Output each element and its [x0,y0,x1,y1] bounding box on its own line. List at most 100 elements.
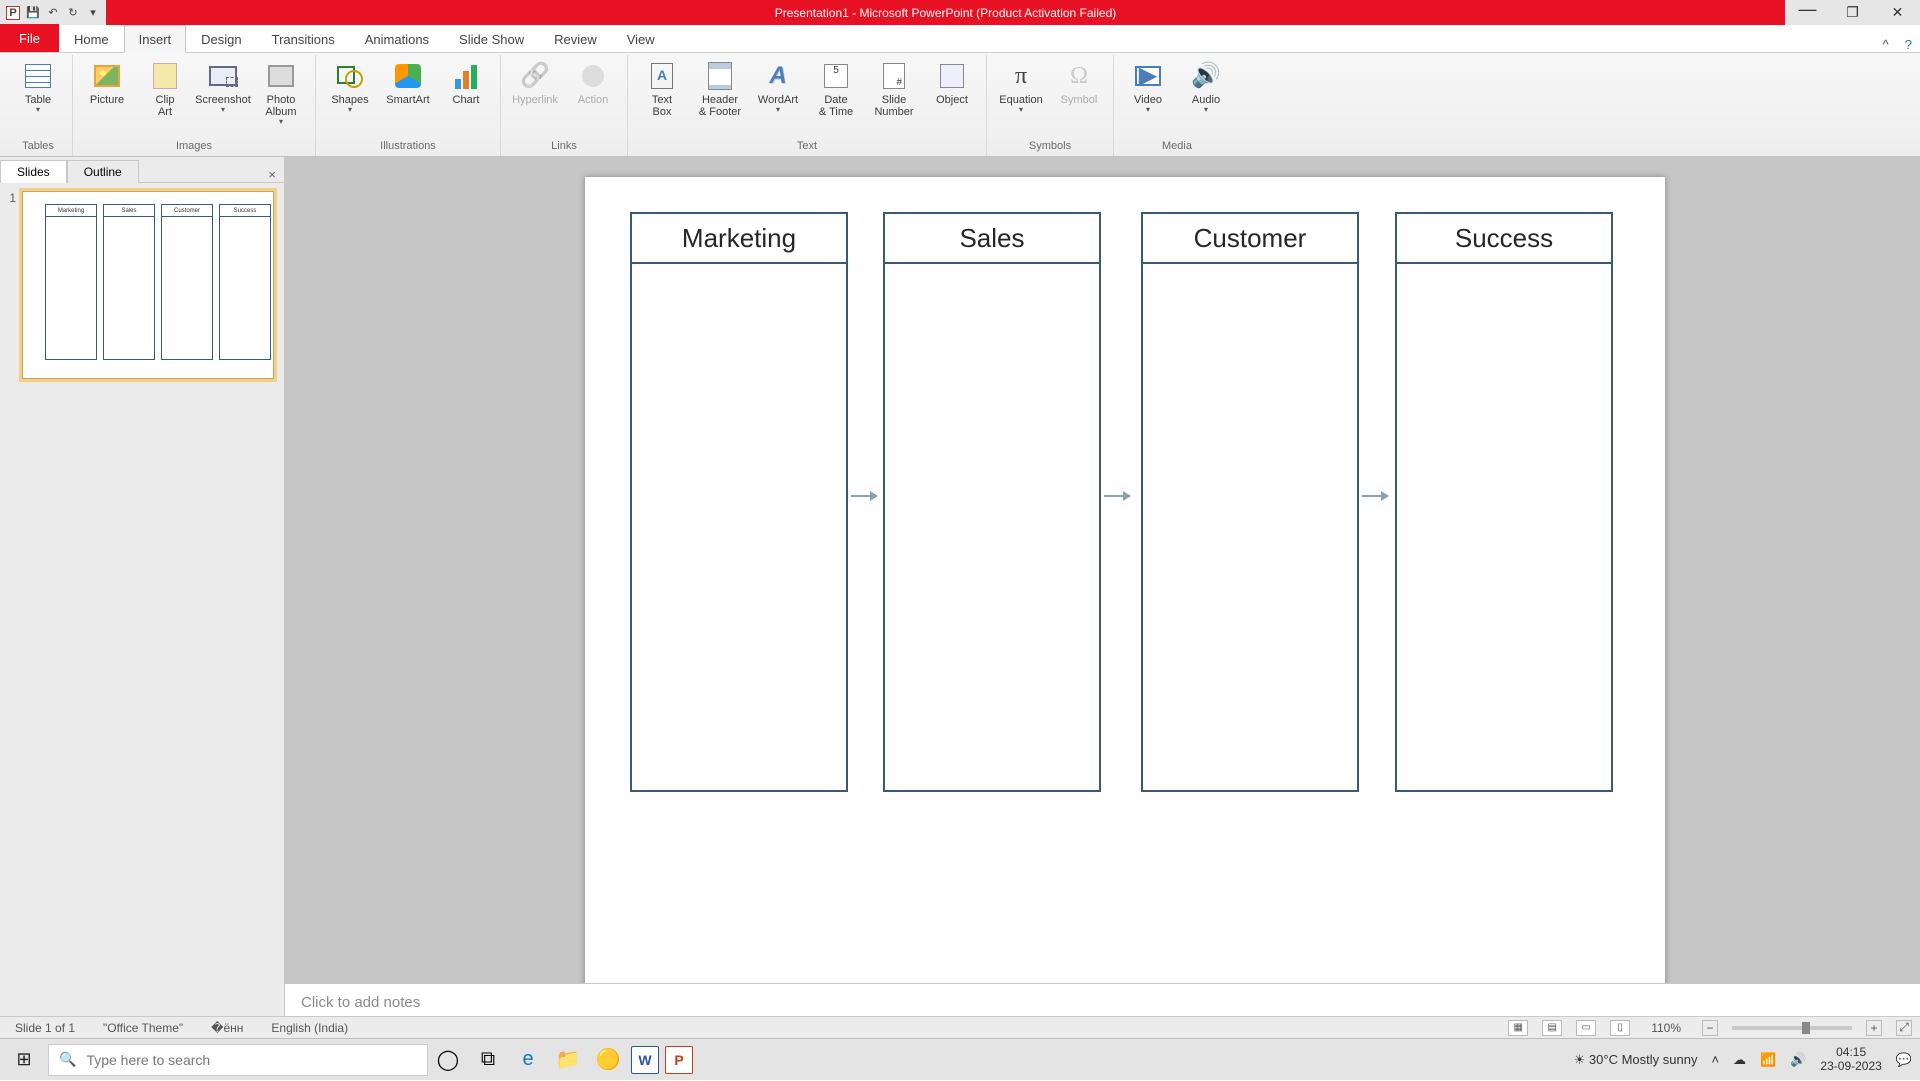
video-label: Video [1134,94,1162,106]
view-slideshow-button[interactable]: ▯ [1610,1020,1630,1036]
tab-insert[interactable]: Insert [124,25,187,53]
taskbar-powerpoint-icon[interactable]: P [665,1046,693,1074]
picture-icon [94,65,120,87]
group-media: ▶ Video 🔊 Audio Media [1114,55,1240,156]
arrow-icon [851,495,877,497]
ribbon-tab-strip: File Home Insert Design Transitions Anim… [0,25,1920,53]
tab-slideshow[interactable]: Slide Show [444,25,539,52]
taskbar-chrome-icon[interactable]: 🟡 [591,1043,625,1077]
taskbar-taskview-icon[interactable]: ⧉ [471,1043,505,1077]
tab-transitions[interactable]: Transitions [257,25,350,52]
search-icon: 🔍 [59,1051,76,1068]
zoom-out-button[interactable]: − [1702,1020,1718,1036]
undo-icon[interactable]: ↶ [46,6,60,20]
slide-thumbnails: 1 Marketing Sales Customer Success [0,183,284,1038]
tray-chevron-icon[interactable]: ˄ [1711,1052,1719,1067]
zoom-in-button[interactable]: + [1866,1020,1882,1036]
smartart-button[interactable]: SmartArt [380,55,436,131]
ribbon-insert: Table Tables Picture Clip Art Screenshot… [0,53,1920,157]
status-bar: Slide 1 of 1 "Office Theme" �ённ English… [0,1016,1920,1038]
tray-onedrive-icon[interactable]: ☁ [1733,1052,1746,1068]
object-button[interactable]: Object [924,55,980,131]
slide-panel: Slides Outline × 1 Marketing Sales Custo… [0,157,285,1038]
textbox-button[interactable]: A Text Box [634,55,690,131]
table-button[interactable]: Table [10,55,66,131]
zoom-slider[interactable] [1732,1026,1852,1030]
slide-panel-tab-outline[interactable]: Outline [67,160,139,183]
help-icon[interactable]: ? [1897,37,1920,52]
smartart-label: SmartArt [386,94,429,106]
tab-design[interactable]: Design [186,25,256,52]
windows-taskbar: ⊞ 🔍 Type here to search ◯ ⧉ e 📁 🟡 W P ☀ … [0,1038,1920,1080]
screenshot-button[interactable]: Screenshot [195,55,251,131]
column-sales[interactable]: Sales [883,212,1101,792]
clipart-button[interactable]: Clip Art [137,55,193,131]
audio-button[interactable]: 🔊 Audio [1178,55,1234,131]
status-language[interactable]: English (India) [264,1020,355,1036]
group-illustrations-label: Illustrations [380,138,436,156]
minimize-button[interactable]: — [1785,0,1830,22]
qat-customize-icon[interactable]: ▾ [86,6,100,20]
status-slide-count: Slide 1 of 1 [8,1020,82,1036]
column-customer[interactable]: Customer [1141,212,1359,792]
view-normal-button[interactable]: ▦ [1508,1020,1528,1036]
wordart-button[interactable]: A WordArt [750,55,806,131]
taskbar-cortana-icon[interactable]: ◯ [431,1043,465,1077]
action-label: Action [578,94,609,106]
slide-panel-close-icon[interactable]: × [260,167,284,182]
tray-volume-icon[interactable]: 🔊 [1790,1052,1806,1068]
column-success[interactable]: Success [1395,212,1613,792]
equation-icon: π [1005,60,1037,92]
textbox-label: Text Box [652,94,672,118]
view-sorter-button[interactable]: ▤ [1542,1020,1562,1036]
picture-label: Picture [90,94,124,106]
redo-icon[interactable]: ↻ [66,6,80,20]
column-marketing[interactable]: Marketing [630,212,848,792]
photo-album-label: Photo Album [265,94,296,118]
equation-button[interactable]: π Equation [993,55,1049,131]
column-header: Success [1397,214,1611,264]
tab-view[interactable]: View [612,25,670,52]
picture-button[interactable]: Picture [79,55,135,131]
weather-text: 30°C Mostly sunny [1589,1052,1698,1067]
taskbar-search[interactable]: 🔍 Type here to search [48,1044,428,1076]
slidenumber-button[interactable]: Slide Number [866,55,922,131]
slide-canvas[interactable]: Marketing Sales Customer Success [585,177,1665,983]
audio-icon: 🔊 [1190,60,1222,92]
slide-editor[interactable]: Marketing Sales Customer Success [285,157,1920,983]
slidenumber-icon [883,63,905,89]
photo-album-button[interactable]: Photo Album [253,55,309,131]
slide-panel-tab-slides[interactable]: Slides [0,160,67,183]
video-button[interactable]: ▶ Video [1120,55,1176,131]
equation-label: Equation [999,94,1042,106]
thumbnail-preview[interactable]: Marketing Sales Customer Success [22,191,274,379]
window-title: Presentation1 - Microsoft PowerPoint (Pr… [106,0,1785,25]
taskbar-edge-icon[interactable]: e [511,1043,545,1077]
thumbnail-item[interactable]: 1 Marketing Sales Customer Success [6,191,278,379]
save-icon[interactable]: 💾 [26,6,40,20]
weather-widget[interactable]: ☀ 30°C Mostly sunny [1574,1052,1698,1068]
chart-button[interactable]: Chart [438,55,494,131]
start-button[interactable]: ⊞ [0,1039,48,1081]
ribbon-minimize-icon[interactable]: ^ [1875,37,1897,52]
maximize-button[interactable]: ❐ [1830,0,1875,25]
tray-notifications-icon[interactable]: 💬 [1896,1052,1912,1068]
tab-file[interactable]: File [0,24,59,52]
tab-animations[interactable]: Animations [350,25,444,52]
header-footer-button[interactable]: Header & Footer [692,55,748,131]
header-footer-label: Header & Footer [699,94,741,118]
shapes-button[interactable]: Shapes [322,55,378,131]
tab-home[interactable]: Home [59,25,124,52]
tab-review[interactable]: Review [539,25,612,52]
tray-network-icon[interactable]: 📶 [1760,1052,1776,1068]
taskbar-explorer-icon[interactable]: 📁 [551,1043,585,1077]
taskbar-clock[interactable]: 04:15 23-09-2023 [1820,1046,1881,1072]
fit-to-window-button[interactable]: ⤢ [1896,1020,1912,1036]
view-reading-button[interactable]: ▭ [1576,1020,1596,1036]
datetime-button[interactable]: 5 Date & Time [808,55,864,131]
close-button[interactable]: ✕ [1875,0,1920,25]
thumb-col-label: Marketing [46,205,96,217]
group-symbols: π Equation Ω Symbol Symbols [987,55,1114,156]
taskbar-word-icon[interactable]: W [631,1046,659,1074]
status-spellcheck-icon[interactable]: �ённ [204,1020,250,1036]
